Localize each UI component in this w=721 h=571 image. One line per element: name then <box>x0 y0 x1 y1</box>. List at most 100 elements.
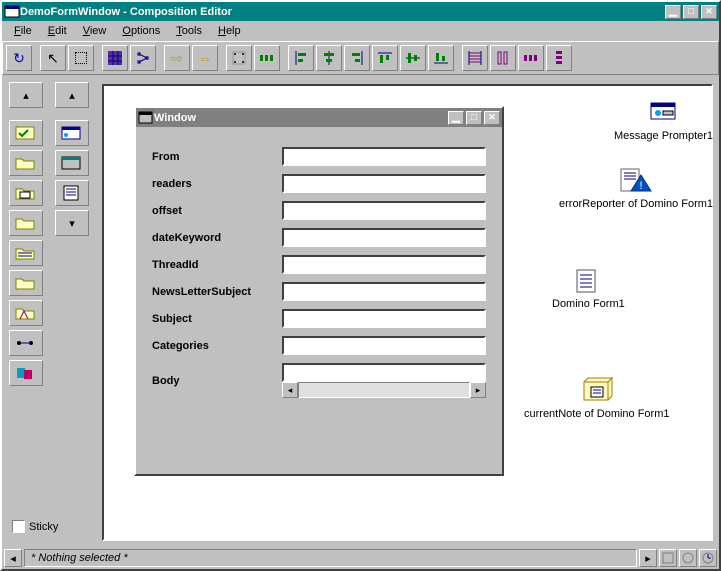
application-window: DemoFormWindow - Composition Editor FFil… <box>0 0 721 571</box>
pal-item-form[interactable] <box>55 120 89 146</box>
menubar: FFileile Edit View Options Tools Help <box>2 21 719 41</box>
scroll-right[interactable]: ▸ <box>470 382 486 398</box>
menu-help[interactable]: Help <box>210 23 249 39</box>
tb-refresh[interactable]: ↻ <box>6 45 32 71</box>
form-body: From readers offset dateKeyword ThreadId… <box>136 127 502 426</box>
field-threadid[interactable] <box>282 255 486 274</box>
body-scrollbar[interactable]: ◂ ▸ <box>282 382 486 398</box>
statusbar: ◂ * Nothing selected * ▸ <box>2 547 719 569</box>
field-newsletter[interactable] <box>282 282 486 301</box>
label-offset: offset <box>152 205 282 217</box>
window-icon <box>138 110 154 126</box>
close-button[interactable] <box>701 5 717 19</box>
tb-align-bottom[interactable] <box>428 45 454 71</box>
label-readers: readers <box>152 178 282 190</box>
pal-scroll-up-2[interactable]: ▴ <box>55 82 89 108</box>
comp-domino-form[interactable]: Domino Form1 <box>552 266 625 310</box>
status-scroll-right[interactable]: ▸ <box>639 549 657 567</box>
label-datekeyword: dateKeyword <box>152 232 282 244</box>
label-categories: Categories <box>152 340 282 352</box>
status-icon-1[interactable] <box>659 549 677 567</box>
field-readers[interactable] <box>282 174 486 193</box>
pal-cat-folder5[interactable] <box>9 270 43 296</box>
titlebar[interactable]: DemoFormWindow - Composition Editor <box>2 2 719 21</box>
label-body: Body <box>152 375 282 387</box>
pal-cat-checks[interactable] <box>9 120 43 146</box>
label-subject: Subject <box>152 313 282 325</box>
comp-current-note[interactable]: currentNote of Domino Form1 <box>524 376 670 420</box>
palette: ▴ ▴ ▾ <box>5 82 95 532</box>
label-threadid: ThreadId <box>152 259 282 271</box>
inner-window[interactable]: Window From readers offset dateKeyword T… <box>134 106 504 476</box>
status-text: * Nothing selected * <box>24 549 637 567</box>
comp-domino-form-label: Domino Form1 <box>552 298 625 310</box>
tb-same-width[interactable] <box>462 45 488 71</box>
maximize-button[interactable] <box>683 5 699 19</box>
field-offset[interactable] <box>282 201 486 220</box>
svg-text:!: ! <box>640 180 643 192</box>
menu-file[interactable]: FFileile <box>6 23 40 39</box>
inner-title: Window <box>154 112 196 124</box>
pal-cat-folder1[interactable] <box>9 150 43 176</box>
tb-align-center-h[interactable] <box>316 45 342 71</box>
comp-error-reporter-label: errorReporter of Domino Form1 <box>559 198 713 210</box>
status-icon-3[interactable] <box>699 549 717 567</box>
tb-link1[interactable]: ⇨ <box>164 45 190 71</box>
tb-dist-h[interactable] <box>254 45 280 71</box>
sticky-label: Sticky <box>29 521 58 533</box>
window-title: DemoFormWindow - Composition Editor <box>20 6 232 18</box>
pal-cat-folder2[interactable] <box>9 180 43 206</box>
minimize-button[interactable] <box>665 5 681 19</box>
tb-align-left[interactable] <box>288 45 314 71</box>
tb-align-right[interactable] <box>344 45 370 71</box>
menu-tools[interactable]: Tools <box>168 23 210 39</box>
tb-align-middle-v[interactable] <box>400 45 426 71</box>
status-icon-2[interactable] <box>679 549 697 567</box>
tb-grid[interactable] <box>102 45 128 71</box>
comp-message-prompter[interactable]: Message Prompter1 <box>614 98 713 142</box>
menu-options[interactable]: Options <box>114 23 168 39</box>
tb-pointer[interactable]: ↖ <box>40 45 66 71</box>
tb-select[interactable] <box>68 45 94 71</box>
pal-cat-parts[interactable] <box>9 360 43 386</box>
pal-item-panel[interactable] <box>55 150 89 176</box>
sticky-checkbox[interactable] <box>12 520 25 533</box>
tb-link2[interactable]: ⇔ <box>192 45 218 71</box>
pal-cat-folder3[interactable] <box>9 210 43 236</box>
pal-scroll-down-2[interactable]: ▾ <box>55 210 89 236</box>
scroll-track[interactable] <box>298 382 470 398</box>
toolbar: ↻ ↖ ⇨ ⇔ <box>2 41 719 75</box>
comp-current-note-label: currentNote of Domino Form1 <box>524 408 670 420</box>
sticky-row: Sticky <box>12 520 58 533</box>
field-datekeyword[interactable] <box>282 228 486 247</box>
menu-edit[interactable]: Edit <box>40 23 75 39</box>
tb-dist-horizontal[interactable] <box>518 45 544 71</box>
field-from[interactable] <box>282 147 486 166</box>
canvas[interactable]: Window From readers offset dateKeyword T… <box>102 84 713 541</box>
label-from: From <box>152 151 282 163</box>
inner-minimize[interactable] <box>448 111 464 125</box>
pal-scroll-up[interactable]: ▴ <box>9 82 43 108</box>
pal-cat-connectors[interactable] <box>9 330 43 356</box>
inner-close[interactable] <box>484 111 500 125</box>
status-scroll-left[interactable]: ◂ <box>4 549 22 567</box>
comp-error-reporter[interactable]: ! errorReporter of Domino Form1 <box>559 166 713 210</box>
app-icon <box>4 4 20 20</box>
comp-message-prompter-label: Message Prompter1 <box>614 130 713 142</box>
inner-titlebar[interactable]: Window <box>136 108 502 127</box>
pal-item-doc[interactable] <box>55 180 89 206</box>
tb-same-height[interactable] <box>490 45 516 71</box>
tb-tree[interactable] <box>130 45 156 71</box>
field-subject[interactable] <box>282 309 486 328</box>
tb-snap[interactable] <box>226 45 252 71</box>
pal-cat-folder6[interactable] <box>9 300 43 326</box>
field-categories[interactable] <box>282 336 486 355</box>
label-newsletter: NewsLetterSubject <box>152 286 282 298</box>
menu-view[interactable]: View <box>75 23 115 39</box>
inner-maximize[interactable] <box>466 111 482 125</box>
field-body[interactable] <box>282 363 486 382</box>
pal-cat-folder4[interactable] <box>9 240 43 266</box>
tb-align-top[interactable] <box>372 45 398 71</box>
scroll-left[interactable]: ◂ <box>282 382 298 398</box>
tb-dist-vertical[interactable] <box>546 45 572 71</box>
